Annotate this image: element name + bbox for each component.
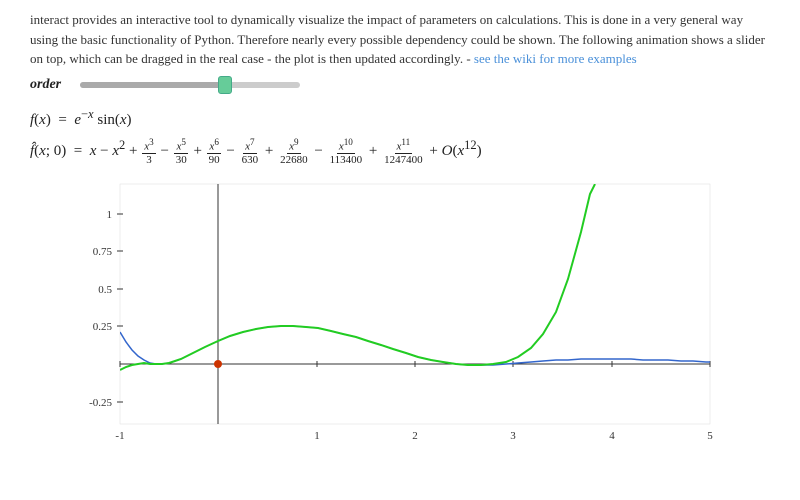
slider-track[interactable]: [80, 82, 300, 88]
ylabel-1: 1: [107, 209, 113, 221]
slider-fill: [80, 82, 230, 88]
intro-paragraph: interact provides an interactive tool to…: [30, 10, 770, 69]
xlabel-4: 4: [609, 430, 615, 442]
ylabel-05: 0.5: [98, 284, 112, 296]
fhat-formula: f̂(x; 0) = x − x2 + x33 − x530 + x690 − …: [30, 134, 770, 166]
wiki-link[interactable]: see the wiki for more examples: [474, 51, 637, 66]
slider-thumb[interactable]: [218, 76, 232, 94]
ylabel-075: 0.75: [93, 246, 113, 258]
page: interact provides an interactive tool to…: [0, 0, 800, 500]
origin-dot: [214, 360, 222, 368]
xlabel-n1: -1: [115, 430, 124, 442]
xlabel-1: 1: [314, 430, 320, 442]
slider-row: order: [30, 77, 770, 93]
chart-bg: [120, 184, 710, 424]
math-block: f(x) = e−x sin(x) f̂(x; 0) = x − x2 + x3…: [30, 103, 770, 166]
ylabel-025: 0.25: [93, 321, 113, 333]
chart-area: 1 0.75 0.5 0.25 -0.25 -1 1: [60, 174, 740, 454]
xlabel-5: 5: [707, 430, 713, 442]
plot-svg: 1 0.75 0.5 0.25 -0.25 -1 1: [60, 174, 740, 454]
xlabel-3: 3: [510, 430, 516, 442]
xlabel-2: 2: [412, 430, 418, 442]
fx-formula: f(x) = e−x sin(x): [30, 103, 770, 135]
ylabel-n025: -0.25: [89, 397, 112, 409]
slider-label: order: [30, 77, 70, 93]
intro-text: interact provides an interactive tool to…: [30, 12, 765, 66]
